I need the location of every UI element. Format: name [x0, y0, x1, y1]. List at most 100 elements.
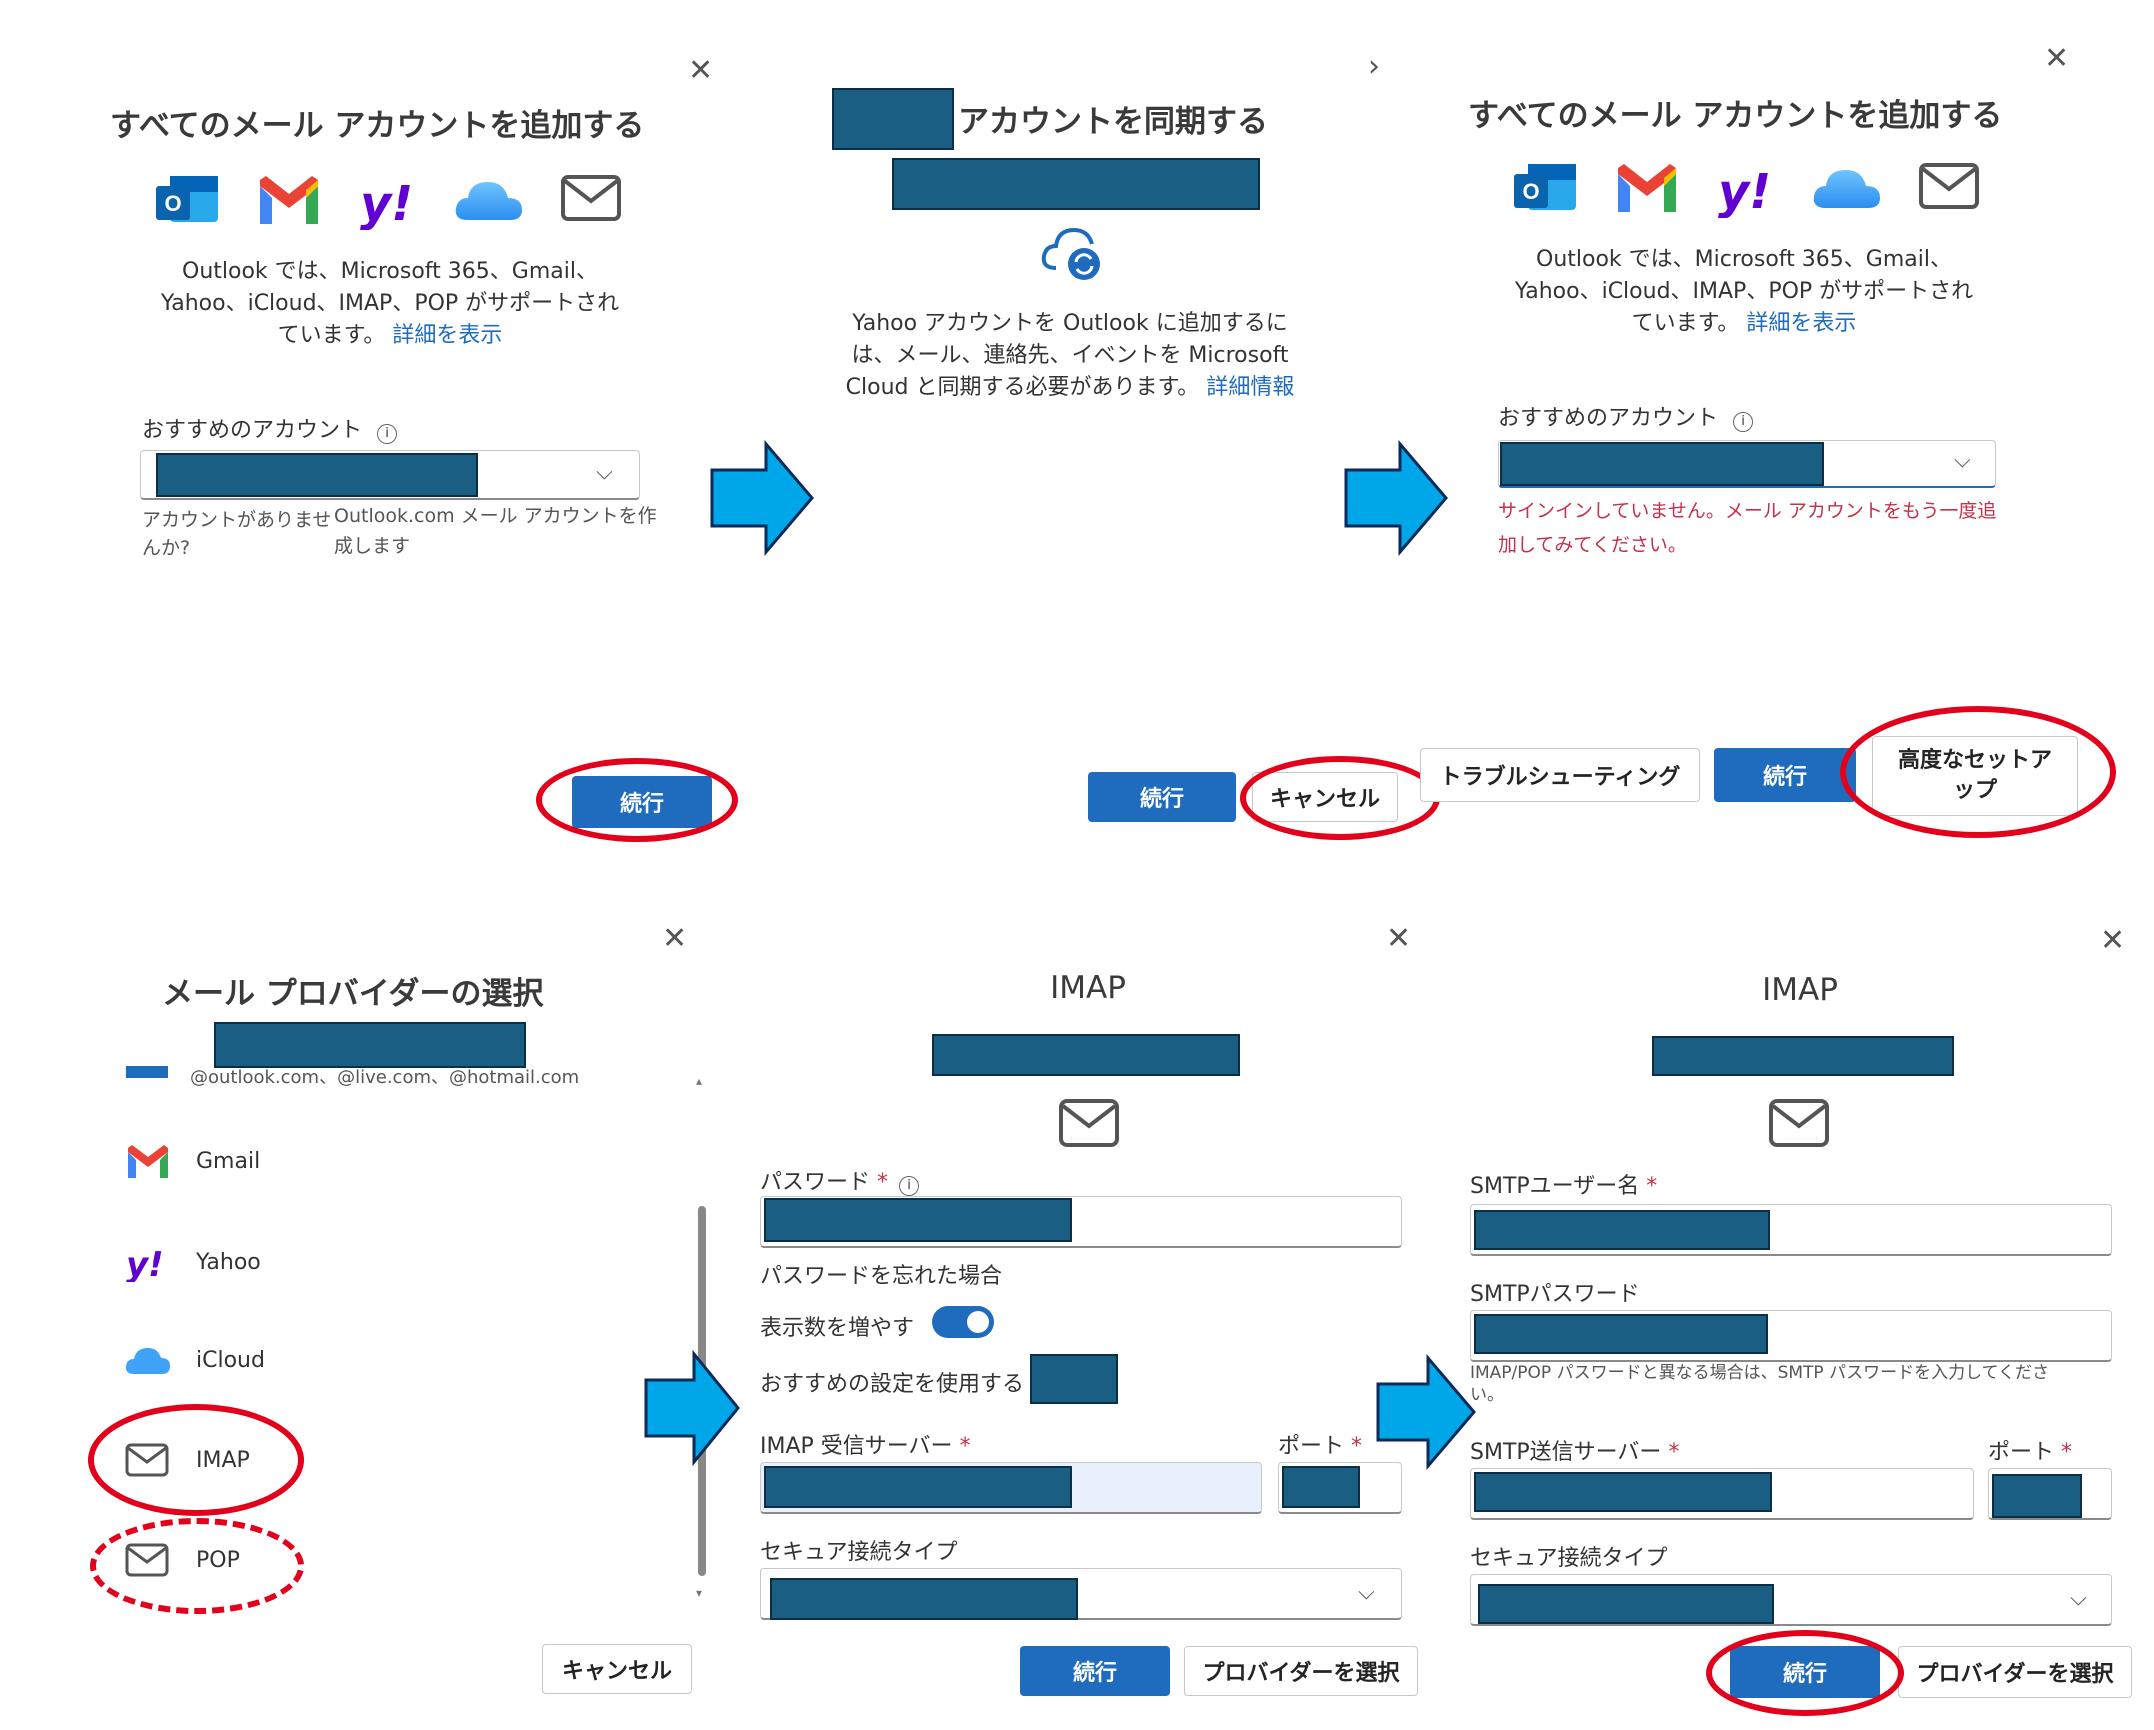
icloud-icon — [125, 1348, 170, 1374]
continue-button[interactable]: 続行 — [1714, 748, 1856, 802]
provider-label: Gmail — [196, 1148, 261, 1174]
icloud-icon — [1813, 170, 1880, 208]
dialog-title: すべてのメール アカウントを追加する — [1468, 98, 2003, 134]
scroll-down-icon[interactable]: ▾ — [696, 1586, 702, 1600]
outlook-icon: O — [156, 176, 218, 222]
svg-text:y!: y! — [1718, 164, 1771, 218]
close-icon[interactable]: ✕ — [2100, 926, 2125, 956]
show-more-toggle[interactable] — [932, 1306, 994, 1338]
svg-text:O: O — [164, 191, 181, 216]
cancel-button[interactable]: キャンセル — [1252, 772, 1398, 822]
continue-button[interactable]: 続行 — [572, 776, 712, 828]
right-arrow-icon — [1344, 440, 1448, 556]
recommended-account-label: おすすめのアカウント i — [1498, 400, 1754, 432]
chevron-right-icon[interactable]: › — [1368, 52, 1380, 82]
svg-text:y!: y! — [360, 176, 413, 230]
provider-yahoo[interactable]: y! Yahoo — [124, 1242, 261, 1282]
cancel-button[interactable]: キャンセル — [542, 1644, 692, 1694]
password-label: パスワード * i — [760, 1164, 920, 1196]
close-icon[interactable]: ✕ — [688, 56, 713, 86]
info-icon[interactable]: i — [1733, 412, 1754, 432]
scroll-up-icon[interactable]: ▴ — [696, 1074, 702, 1088]
description: Outlook では、Microsoft 365、Gmail、 Yahoo、iC… — [160, 259, 620, 348]
gmail-icon — [260, 176, 318, 224]
recommended-account-label: おすすめのアカウント i — [142, 412, 398, 444]
redacted-provider — [832, 88, 954, 150]
redacted-provider-name — [214, 1022, 526, 1068]
forgot-password-link[interactable]: パスワードを忘れた場合 — [760, 1258, 1002, 1290]
info-icon[interactable]: i — [377, 424, 398, 444]
redacted-password — [764, 1198, 1072, 1242]
mail-icon — [125, 1443, 169, 1477]
description: Outlook では、Microsoft 365、Gmail、 Yahoo、iC… — [1514, 247, 1974, 336]
details-link[interactable]: 詳細情報 — [1206, 375, 1294, 400]
svg-text:O: O — [1522, 179, 1539, 204]
smtp-username-label: SMTPユーザー名 * — [1470, 1174, 1658, 1199]
dialog-title: IMAP — [1762, 972, 1838, 1008]
gmail-icon — [128, 1145, 168, 1178]
provider-label: Yahoo — [196, 1249, 261, 1275]
chevron-down-icon[interactable]: ⌵ — [596, 460, 613, 485]
port-label: ポート * — [1988, 1440, 2073, 1465]
redacted-email — [892, 158, 1260, 210]
provider-icloud[interactable]: iCloud — [124, 1342, 265, 1378]
close-icon[interactable]: ✕ — [1386, 924, 1411, 954]
redacted-server — [1474, 1472, 1772, 1512]
select-provider-button[interactable]: プロバイダーを選択 — [1184, 1646, 1418, 1696]
info-icon[interactable]: i — [899, 1176, 920, 1196]
gmail-icon — [1618, 164, 1676, 212]
create-outlook-account-link[interactable]: Outlook.com メール アカウントを作 成します — [334, 502, 657, 560]
provider-pop[interactable]: POP — [124, 1542, 240, 1578]
close-icon[interactable]: ✕ — [662, 924, 687, 954]
chevron-down-icon[interactable]: ⌵ — [1358, 1580, 1375, 1605]
provider-label: IMAP — [196, 1447, 250, 1473]
yahoo-icon: y! — [360, 176, 413, 230]
dialog-title: アカウントを同期する — [958, 104, 1268, 140]
redacted-account — [1500, 442, 1824, 486]
smtp-password-label: SMTPパスワード — [1470, 1282, 1640, 1307]
provider-imap[interactable]: IMAP — [124, 1442, 250, 1478]
redacted-server — [764, 1466, 1072, 1508]
no-account-text: アカウントがありませ んか? — [142, 509, 332, 559]
show-more-label: 表示数を増やす — [760, 1316, 915, 1341]
chevron-down-icon[interactable]: ⌵ — [1954, 448, 1971, 473]
port-label: ポート * — [1278, 1434, 1363, 1459]
continue-button[interactable]: 続行 — [1730, 1646, 1880, 1698]
mail-icon — [1919, 163, 1979, 209]
mail-icon — [125, 1543, 169, 1577]
provider-label: POP — [196, 1547, 240, 1573]
details-link[interactable]: 詳細を表示 — [1746, 311, 1856, 336]
continue-button[interactable]: 続行 — [1020, 1646, 1170, 1696]
svg-text:y!: y! — [126, 1245, 164, 1282]
provider-label: iCloud — [196, 1347, 265, 1373]
smtp-password-hint: IMAP/POP パスワードと異なる場合は、SMTP パスワードを入力してくださ… — [1470, 1363, 2050, 1405]
right-arrow-icon — [1376, 1354, 1476, 1470]
mail-icon — [561, 175, 621, 221]
cloud-sync-icon — [1041, 227, 1100, 280]
close-icon[interactable]: ✕ — [2044, 44, 2069, 74]
secure-connection-label: セキュア接続タイプ — [1470, 1546, 1668, 1571]
redacted-email — [1652, 1036, 1954, 1076]
redacted-toggle — [1030, 1354, 1118, 1404]
advanced-setup-button[interactable]: 高度なセットア ップ — [1872, 736, 2078, 816]
redacted-port — [1992, 1474, 2082, 1518]
provider-gmail[interactable]: Gmail — [124, 1142, 260, 1180]
redacted-port — [1282, 1466, 1360, 1508]
redacted-password — [1474, 1314, 1768, 1354]
mail-icon — [1769, 1099, 1829, 1147]
smtp-server-label: SMTP送信サーバー * — [1470, 1440, 1680, 1465]
right-arrow-icon — [710, 440, 814, 556]
outlook-icon: O — [1514, 164, 1576, 210]
redacted-secure-type — [770, 1578, 1078, 1620]
yahoo-icon: y! — [1718, 164, 1771, 218]
select-provider-button[interactable]: プロバイダーを選択 — [1898, 1646, 2132, 1698]
use-recommended-label: おすすめの設定を使用する — [760, 1372, 1025, 1397]
redacted-secure-type — [1478, 1584, 1774, 1624]
redacted-email — [932, 1034, 1240, 1076]
troubleshooting-button[interactable]: トラブルシューティング — [1420, 748, 1700, 802]
chevron-down-icon[interactable]: ⌵ — [2070, 1586, 2087, 1611]
continue-button[interactable]: 続行 — [1088, 772, 1236, 822]
details-link[interactable]: 詳細を表示 — [392, 323, 502, 348]
icloud-icon — [455, 182, 522, 220]
outlook-domains: @outlook.com、@live.com、@hotmail.com — [190, 1067, 580, 1088]
